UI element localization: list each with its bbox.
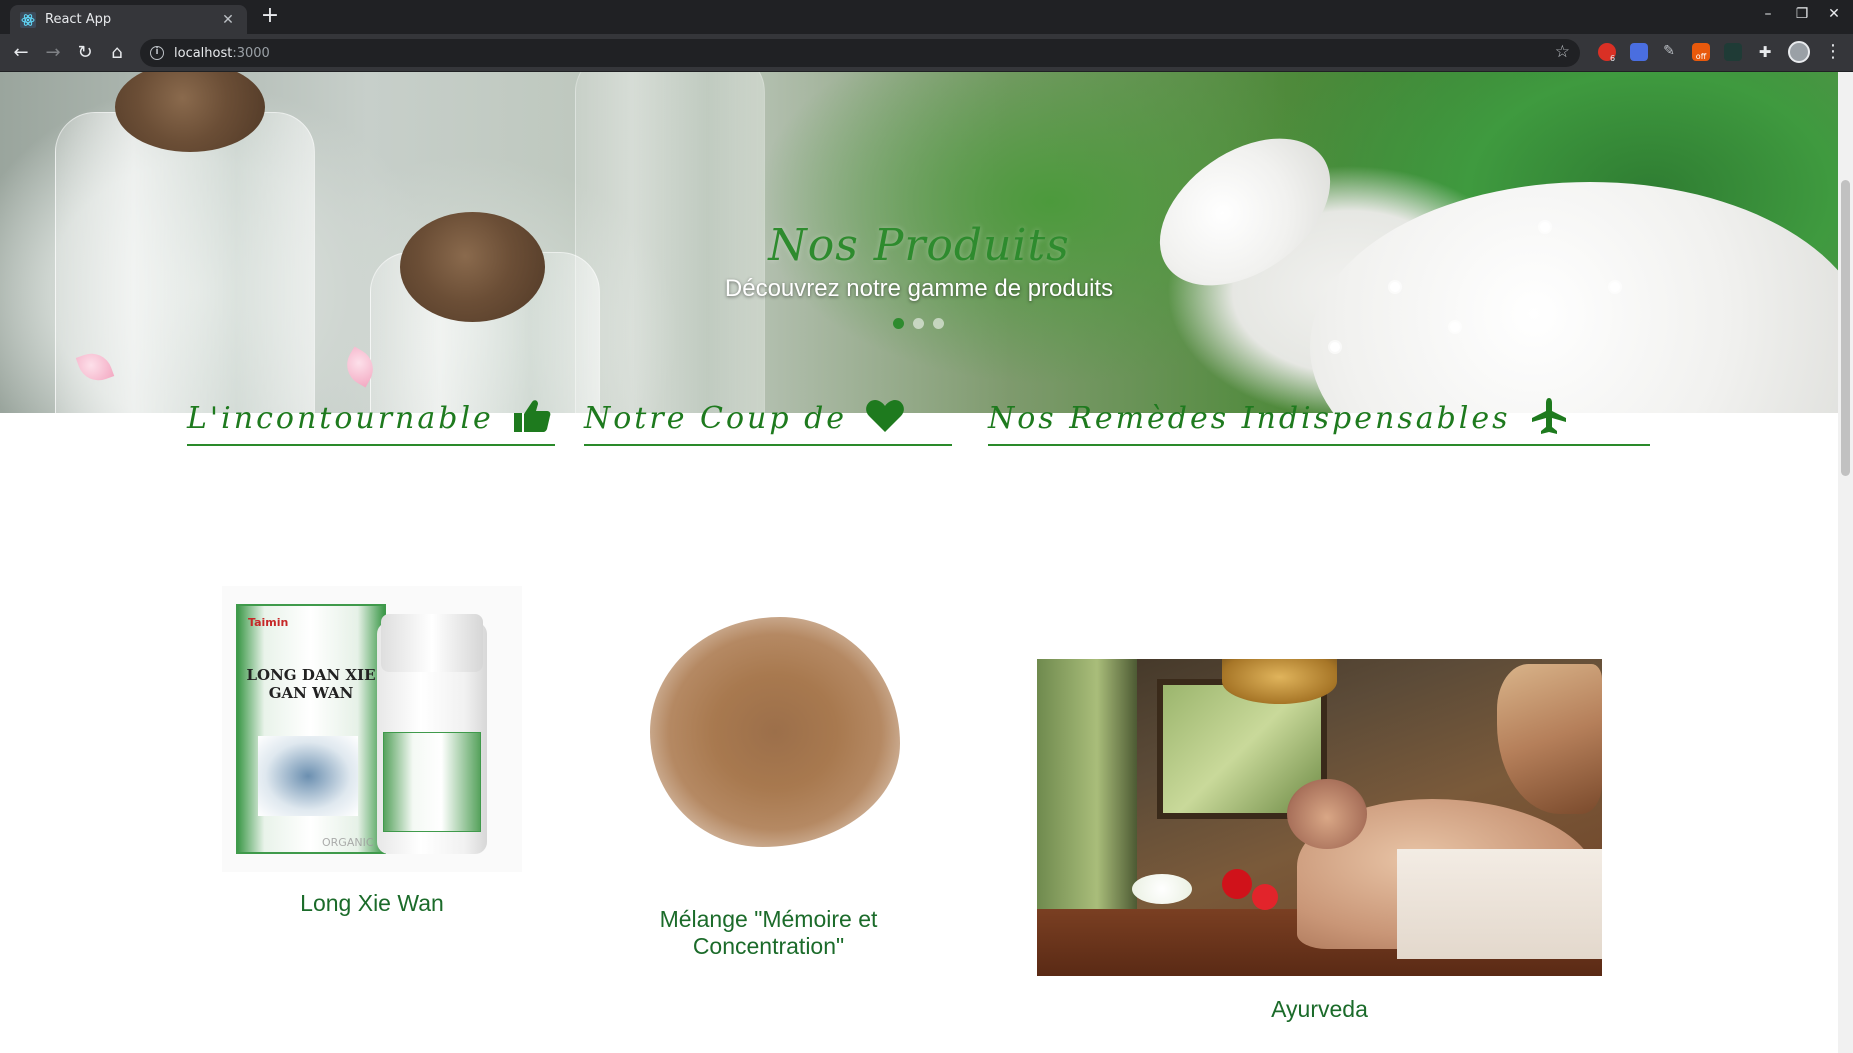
kebab-menu-icon[interactable]: ⋮	[1824, 41, 1842, 63]
white-flower	[1450, 322, 1460, 332]
page-scrollbar[interactable]	[1838, 72, 1853, 1053]
bottle-cap	[381, 614, 483, 672]
extensions-puzzle-icon[interactable]: ✚	[1756, 43, 1774, 61]
powder-pile	[650, 617, 900, 847]
page-viewport: Nos Produits Découvrez notre gamme de pr…	[0, 72, 1853, 1053]
product-image-ayurveda[interactable]	[1037, 659, 1602, 976]
section-title: Nos Remèdes Indispensables	[988, 401, 1511, 436]
white-flowers	[1132, 874, 1192, 904]
reload-icon[interactable]: ↻	[73, 41, 97, 65]
product-name[interactable]: Ayurveda	[1037, 996, 1602, 1023]
browser-tab-strip: React App ✕ + – ❐ ✕	[0, 0, 1853, 34]
extension-dark-icon[interactable]	[1724, 43, 1742, 61]
hero-title: Nos Produits	[768, 220, 1070, 271]
scrollbar-thumb[interactable]	[1841, 180, 1850, 476]
back-arrow-icon[interactable]: ←	[9, 41, 33, 65]
shirodhara-pot	[1222, 659, 1337, 704]
thumbs-up-icon	[512, 396, 552, 436]
airplane-icon	[1529, 396, 1569, 436]
url-host: localhost	[174, 45, 233, 61]
home-icon[interactable]: ⌂	[105, 41, 129, 65]
minimize-icon[interactable]: –	[1756, 6, 1780, 22]
tab-title: React App	[45, 12, 112, 27]
person-head	[1287, 779, 1367, 849]
browser-toolbar: ← → ↻ ⌂ i localhost :3000 ☆ 6 ✎ off ✚ ⋮	[0, 34, 1853, 72]
forward-arrow-icon[interactable]: →	[41, 41, 65, 65]
product-image-long-xie-wan[interactable]: Taimin LONG DAN XIE GAN WAN ORGANIC	[222, 586, 522, 872]
hero-subtitle: Découvrez notre gamme de produits	[724, 275, 1114, 302]
carousel-dot[interactable]	[933, 318, 944, 329]
product-image-melange[interactable]	[630, 592, 920, 882]
section-title: L'incontournable	[187, 401, 494, 436]
product-name[interactable]: Long Xie Wan	[222, 890, 522, 917]
plant-illustration	[258, 736, 358, 816]
extension-off-label: off	[1695, 52, 1707, 61]
section-header-incontournable: L'incontournable	[187, 400, 555, 446]
carousel-dot[interactable]	[893, 318, 904, 329]
site-info-icon[interactable]: i	[150, 46, 164, 60]
medicine-bottle	[377, 614, 487, 854]
bookmark-star-icon[interactable]: ☆	[1555, 42, 1570, 62]
product-name[interactable]: Mélange "Mémoire et Concentration"	[620, 906, 917, 960]
section-title: Notre Coup de	[584, 401, 848, 436]
carousel-dot[interactable]	[913, 318, 924, 329]
hibiscus-flower	[1252, 884, 1278, 910]
react-logo-icon	[20, 11, 36, 28]
watermark: ORGANIC	[322, 836, 374, 849]
close-tab-icon[interactable]: ✕	[219, 12, 237, 28]
close-window-icon[interactable]: ✕	[1822, 6, 1846, 22]
hibiscus-flower	[1222, 869, 1252, 899]
restore-icon[interactable]: ❐	[1790, 6, 1814, 22]
extension-blue-icon[interactable]	[1630, 43, 1648, 61]
medicine-box: Taimin LONG DAN XIE GAN WAN	[236, 604, 386, 854]
extension-off-icon[interactable]: off	[1692, 43, 1710, 61]
browser-tab[interactable]: React App ✕	[10, 5, 247, 34]
towel	[1397, 849, 1602, 959]
address-bar[interactable]: i localhost :3000 ☆	[140, 39, 1580, 67]
section-header-remedes: Nos Remèdes Indispensables	[988, 398, 1650, 446]
white-flower	[1330, 342, 1340, 352]
hero-carousel: Nos Produits Découvrez notre gamme de pr…	[0, 72, 1838, 413]
new-tab-button[interactable]: +	[258, 5, 282, 29]
therapist-hands	[1497, 664, 1602, 814]
box-label: LONG DAN XIE GAN WAN	[246, 666, 376, 702]
url-port: :3000	[232, 45, 270, 61]
brand-label: Taimin	[248, 616, 289, 629]
extension-badge: 6	[1610, 54, 1616, 63]
bottle-label	[383, 732, 481, 832]
section-header-coup-de-coeur: Notre Coup de	[584, 400, 952, 446]
extension-pen-icon[interactable]: ✎	[1660, 43, 1678, 61]
profile-avatar[interactable]	[1788, 41, 1810, 63]
carousel-indicators	[893, 318, 944, 329]
heart-icon	[865, 396, 905, 436]
